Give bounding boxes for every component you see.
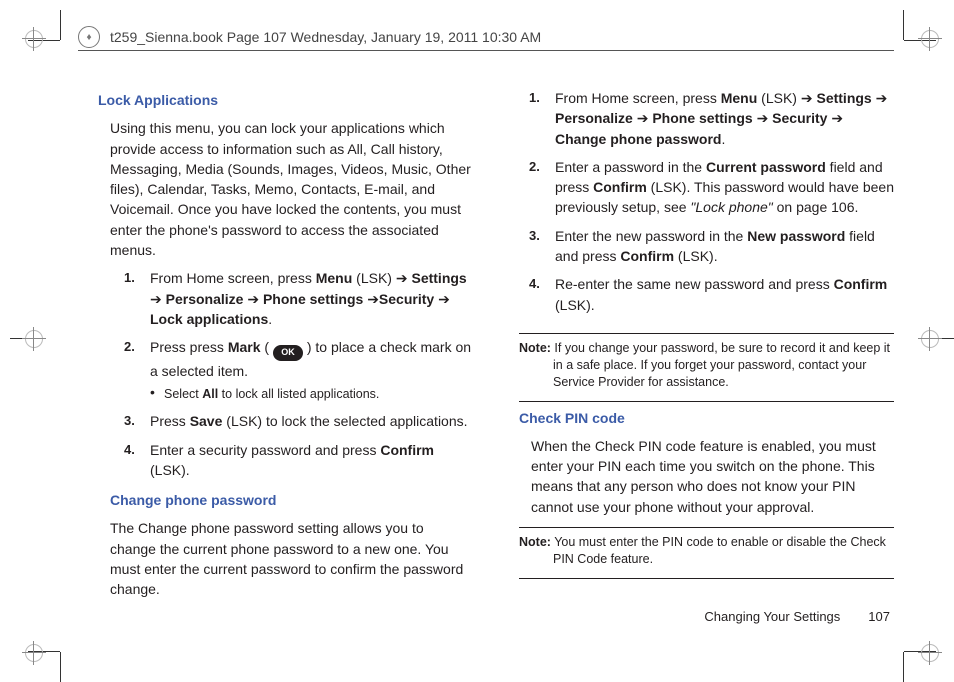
doc-header-text: t259_Sienna.book Page 107 Wednesday, Jan… xyxy=(110,29,541,45)
step-2-bullet: Select All to lock all listed applicatio… xyxy=(150,385,473,403)
step-2: 2. Press press Mark ( OK ) to place a ch… xyxy=(124,337,473,411)
heading-change-password: Change phone password xyxy=(110,490,473,510)
step-4: 4. Enter a security password and press C… xyxy=(124,440,473,489)
note2-rule-bottom xyxy=(519,578,894,579)
ok-icon: OK xyxy=(273,345,303,361)
change-password-steps: 1. From Home screen, press Menu (LSK) ➔ … xyxy=(529,88,894,323)
page-footer: Changing Your Settings 107 xyxy=(704,609,890,624)
r-step-4: 4. Re-enter the same new password and pr… xyxy=(529,274,894,323)
footer-section: Changing Your Settings xyxy=(704,609,840,624)
left-column: Lock Applications Using this menu, you c… xyxy=(98,88,473,610)
note-password: Note: If you change your password, be su… xyxy=(519,340,894,391)
lock-apps-steps: 1. From Home screen, press Menu (LSK) ➔ … xyxy=(124,268,473,488)
r-step-3: 3. Enter the new password in the New pas… xyxy=(529,226,894,275)
note2-rule-top xyxy=(519,527,894,528)
note-rule-top xyxy=(519,333,894,334)
heading-lock-applications: Lock Applications xyxy=(98,90,473,110)
change-password-intro: The Change phone password setting allows… xyxy=(110,518,473,599)
page-body: Lock Applications Using this menu, you c… xyxy=(98,88,894,610)
heading-check-pin: Check PIN code xyxy=(519,408,894,428)
check-pin-para: When the Check PIN code feature is enabl… xyxy=(531,436,894,517)
footer-page-number: 107 xyxy=(868,609,890,624)
note-pin: Note: You must enter the PIN code to ena… xyxy=(519,534,894,568)
doc-header: ♦ t259_Sienna.book Page 107 Wednesday, J… xyxy=(78,26,894,48)
lock-apps-intro: Using this menu, you can lock your appli… xyxy=(110,118,473,260)
right-column: 1. From Home screen, press Menu (LSK) ➔ … xyxy=(519,88,894,610)
header-rule xyxy=(78,50,894,51)
step-1: 1. From Home screen, press Menu (LSK) ➔ … xyxy=(124,268,473,337)
step-3: 3. Press Save (LSK) to lock the selected… xyxy=(124,411,473,439)
r-step-1: 1. From Home screen, press Menu (LSK) ➔ … xyxy=(529,88,894,157)
r-step-2: 2. Enter a password in the Current passw… xyxy=(529,157,894,226)
book-icon: ♦ xyxy=(78,26,100,48)
note-rule-bottom xyxy=(519,401,894,402)
